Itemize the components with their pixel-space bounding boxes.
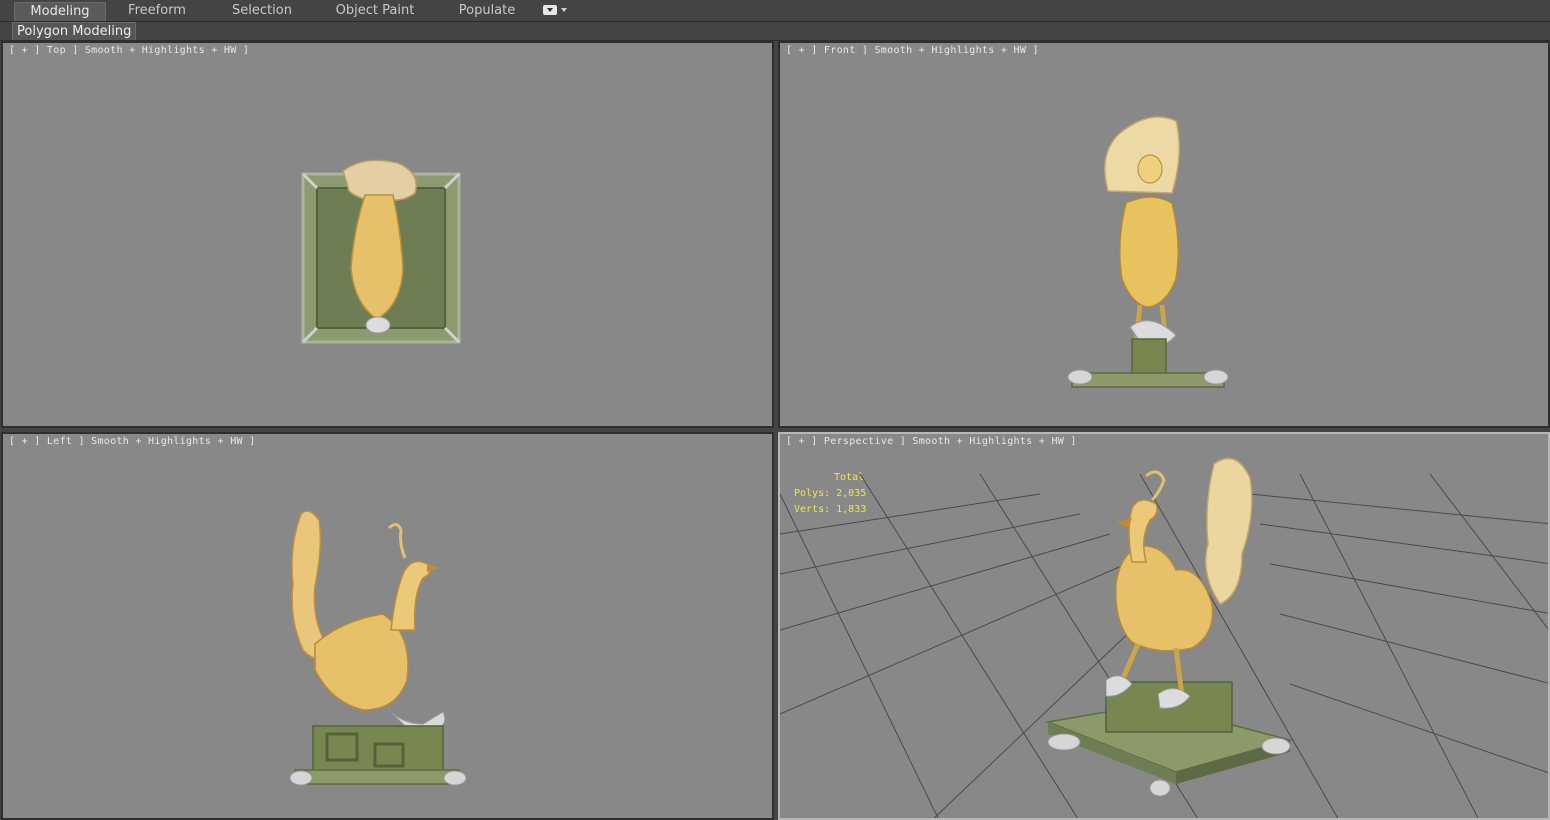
phoenix-model-left-view [289,510,467,786]
ribbon-panel-bar: Polygon Modeling [0,22,1550,41]
viewport-perspective[interactable]: [ + ] Perspective ] Smooth + Highlights … [778,432,1550,820]
phoenix-model-perspective-view [780,457,1548,818]
polygon-modeling-panel[interactable]: Polygon Modeling [12,22,137,40]
ribbon-toggle-icon [543,5,557,15]
chevron-down-icon [561,8,567,12]
viewport-left[interactable]: [ + ] Left ] Smooth + Highlights + HW ] [1,432,774,820]
tab-selection[interactable]: Selection [214,2,310,20]
tab-modeling[interactable]: Modeling [14,2,106,21]
tab-populate[interactable]: Populate [440,2,534,20]
ribbon-options-dropdown[interactable] [543,5,567,17]
phoenix-model-front-view [1067,116,1229,388]
tab-freeform[interactable]: Freeform [112,2,202,20]
tab-object-paint[interactable]: Object Paint [326,2,424,20]
ribbon-tab-bar: Modeling Freeform Selection Object Paint… [0,0,1550,22]
viewport-front[interactable]: [ + ] Front ] Smooth + Highlights + HW ] [778,41,1550,428]
viewport-top[interactable]: [ + ] Top ] Smooth + Highlights + HW ] [1,41,774,428]
phoenix-model-top-view [301,159,461,344]
